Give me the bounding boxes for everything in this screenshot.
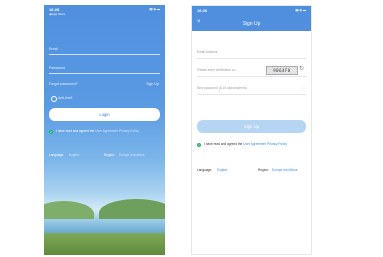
sign-up-link[interactable]: Sign Up <box>146 82 159 86</box>
privacy-policy-link[interactable]: Privacy Policy <box>119 129 139 133</box>
login-button[interactable]: Login <box>49 108 160 121</box>
signup-header <box>192 6 311 31</box>
page-title: Sign Up <box>242 21 261 27</box>
status-icons: ▮▮ ◉ ▬ <box>295 8 306 12</box>
region-value[interactable]: Europe and Africa <box>119 153 144 157</box>
user-agreement-link[interactable]: User Agreement <box>95 129 118 133</box>
password-underline <box>49 73 160 74</box>
agreement-label: I have read and agreed the <box>56 129 95 133</box>
agreement-label: I have read and agreed the <box>204 142 243 146</box>
agreement-text: I have read and agreed the User Agreemen… <box>56 129 160 133</box>
language-label: Language: <box>49 153 65 157</box>
password-underline <box>197 94 306 95</box>
verification-code-input[interactable]: Please enter verification co... <box>197 68 238 72</box>
region-label: Region: <box>104 153 115 157</box>
region-label: Region: <box>258 168 269 172</box>
password-input[interactable]: Password <box>49 66 65 70</box>
status-time: 16:26 <box>197 8 208 13</box>
language-label: Language: <box>197 168 213 172</box>
agreement-check-icon[interactable]: ✓ <box>197 143 201 147</box>
login-screen: 16:28 ◀ App Store ▮▮ ◉ ▬ Email Password … <box>44 5 165 255</box>
background-grass <box>44 233 165 255</box>
verification-underline <box>197 76 306 77</box>
language-value[interactable]: English <box>69 153 79 157</box>
refresh-icon[interactable]: ↻ <box>299 65 304 72</box>
agreement-check-icon[interactable]: ✓ <box>49 130 53 134</box>
background-lake <box>44 219 165 233</box>
anti-theft-radio[interactable] <box>51 96 57 102</box>
user-agreement-link[interactable]: User Agreement <box>243 142 266 146</box>
email-input[interactable]: Email <box>49 47 58 51</box>
signup-screen: 16:26 ▮▮ ◉ ▬ × Sign Up Email Address Ple… <box>191 5 312 255</box>
status-icons: ▮▮ ◉ ▬ <box>149 7 160 11</box>
forgot-password-link[interactable]: Forgot password? <box>49 82 78 86</box>
email-address-input[interactable]: Email Address <box>197 50 217 54</box>
email-underline <box>197 58 306 59</box>
eye-icon[interactable]: ◌ <box>303 85 305 90</box>
privacy-policy-link[interactable]: Privacy Policy <box>267 142 287 146</box>
new-password-input[interactable]: New password (6-16 alphanumeric) <box>197 86 247 90</box>
region-value[interactable]: Europe and Africa <box>272 168 297 172</box>
captcha-image: 9064F8 <box>266 66 298 75</box>
back-to-app-store[interactable]: ◀ App Store <box>49 12 65 16</box>
anti-theft-label: Anti-theft <box>58 96 73 100</box>
email-underline <box>49 54 160 55</box>
sign-up-button[interactable]: Sign Up <box>197 120 306 133</box>
agreement-text: I have read and agreed the User Agreemen… <box>204 142 308 146</box>
language-value[interactable]: English <box>217 168 227 172</box>
